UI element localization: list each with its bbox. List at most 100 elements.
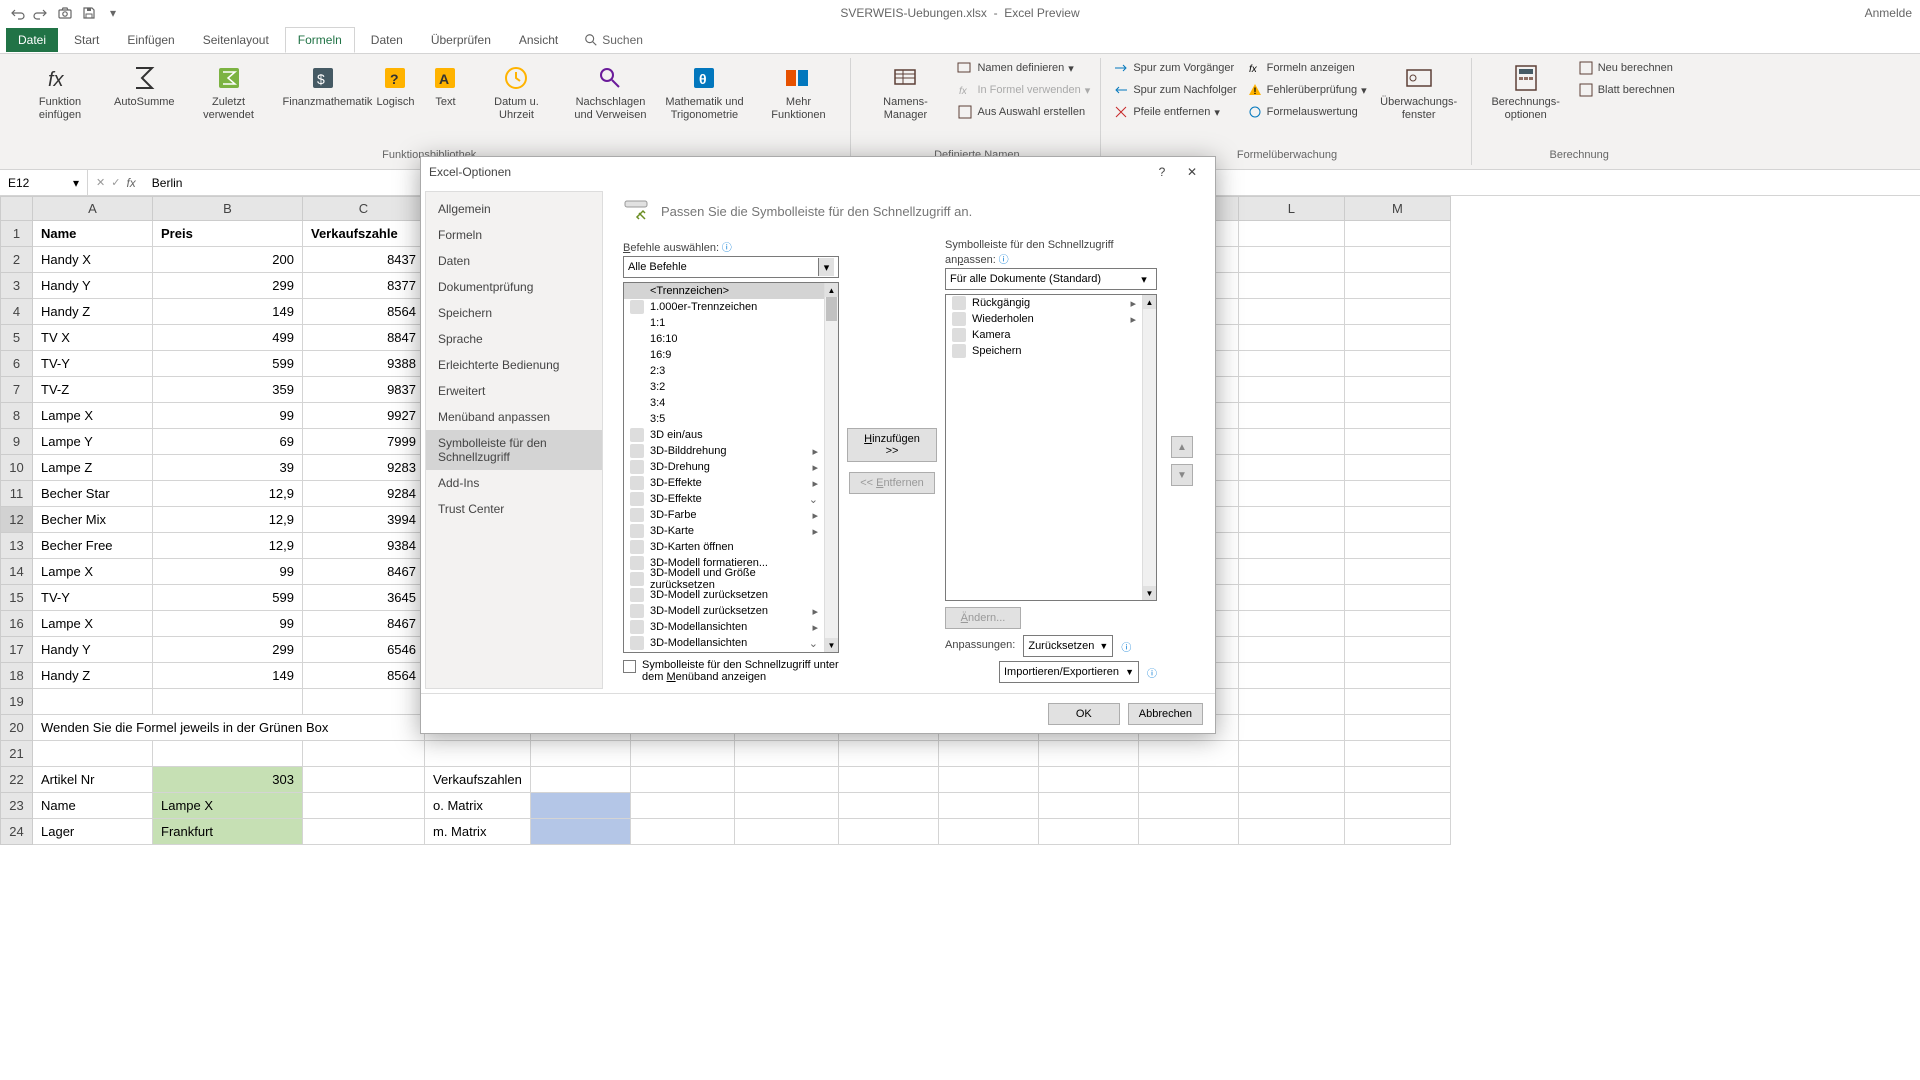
cell[interactable] [1138, 741, 1238, 767]
cell[interactable] [1344, 819, 1450, 845]
cell[interactable]: 99 [153, 403, 303, 429]
cell[interactable] [303, 741, 425, 767]
cell[interactable]: 12,9 [153, 481, 303, 507]
cell[interactable] [1138, 793, 1238, 819]
cell[interactable] [530, 741, 630, 767]
cancel-button[interactable]: Abbrechen [1128, 703, 1203, 725]
cell[interactable] [1238, 689, 1344, 715]
cell[interactable] [1344, 663, 1450, 689]
calculation-options-button[interactable]: Berechnungs-optionen [1480, 58, 1572, 126]
commands-from-select[interactable]: Alle Befehle▾ [623, 256, 839, 278]
cell[interactable] [1344, 559, 1450, 585]
row-header[interactable]: 12 [1, 507, 33, 533]
cell[interactable]: 8467 [303, 559, 425, 585]
customize-for-select[interactable]: Für alle Dokumente (Standard)▾ [945, 268, 1157, 290]
cell[interactable]: 499 [153, 325, 303, 351]
tab-file[interactable]: Datei [6, 28, 58, 52]
cell[interactable] [734, 793, 838, 819]
options-nav-item[interactable]: Erleichterte Bedienung [426, 352, 602, 378]
cell[interactable] [1344, 429, 1450, 455]
cell[interactable] [1344, 403, 1450, 429]
cell[interactable]: Lampe Y [33, 429, 153, 455]
save-icon[interactable] [80, 4, 98, 22]
row-header[interactable]: 20 [1, 715, 33, 741]
cell[interactable]: 149 [153, 663, 303, 689]
cell[interactable]: 9837 [303, 377, 425, 403]
cell[interactable] [734, 767, 838, 793]
cell[interactable]: 39 [153, 455, 303, 481]
cell[interactable]: 99 [153, 559, 303, 585]
cell[interactable] [1238, 819, 1344, 845]
options-nav-item[interactable]: Symbolleiste für den Schnellzugriff [426, 430, 602, 470]
cell[interactable] [630, 819, 734, 845]
select-all-corner[interactable] [1, 197, 33, 221]
cell[interactable]: 9384 [303, 533, 425, 559]
cell[interactable]: 3645 [303, 585, 425, 611]
list-item[interactable]: 2:3 [624, 363, 824, 379]
row-header[interactable]: 3 [1, 273, 33, 299]
cell[interactable]: Preis [153, 221, 303, 247]
lookup-button[interactable]: Nachschlagen und Verweisen [564, 58, 656, 126]
list-item[interactable]: 3:2 [624, 379, 824, 395]
row-header[interactable]: 4 [1, 299, 33, 325]
cell[interactable] [1344, 585, 1450, 611]
tab-formulas[interactable]: Formeln [285, 27, 355, 53]
dialog-help-button[interactable]: ? [1147, 159, 1177, 185]
math-button[interactable]: θMathematik und Trigonometrie [658, 58, 750, 126]
list-item[interactable]: 3D-Karten öffnen [624, 539, 824, 555]
cell[interactable]: 69 [153, 429, 303, 455]
row-header[interactable]: 1 [1, 221, 33, 247]
col-header[interactable]: L [1238, 197, 1344, 221]
cell[interactable] [1344, 273, 1450, 299]
name-box[interactable]: E12▾ [0, 170, 88, 195]
col-header[interactable]: B [153, 197, 303, 221]
cell[interactable]: 8467 [303, 611, 425, 637]
list-item[interactable]: Speichern [946, 343, 1142, 359]
cell[interactable] [838, 767, 938, 793]
cell[interactable] [153, 741, 303, 767]
cell[interactable] [1344, 715, 1450, 741]
list-item[interactable]: Kamera [946, 327, 1142, 343]
cell[interactable] [1238, 559, 1344, 585]
recent-functions-button[interactable]: Zuletzt verwendet [183, 58, 275, 126]
cell[interactable]: 599 [153, 351, 303, 377]
cell[interactable]: Lampe X [33, 611, 153, 637]
cell[interactable] [425, 741, 531, 767]
cell[interactable]: 8377 [303, 273, 425, 299]
cell[interactable]: 359 [153, 377, 303, 403]
cell[interactable] [1238, 715, 1344, 741]
options-nav-item[interactable]: Dokumentprüfung [426, 274, 602, 300]
cell[interactable] [1138, 767, 1238, 793]
cell[interactable]: 599 [153, 585, 303, 611]
checkbox-icon[interactable] [623, 660, 636, 673]
use-in-formula-button[interactable]: fxIn Formel verwenden ▾ [953, 80, 1094, 100]
cell[interactable] [1238, 507, 1344, 533]
list-item[interactable]: 16:10 [624, 331, 824, 347]
cell[interactable] [1344, 481, 1450, 507]
cell[interactable] [1344, 741, 1450, 767]
cell[interactable]: Becher Mix [33, 507, 153, 533]
cell[interactable] [1344, 533, 1450, 559]
cell[interactable]: Lampe Z [33, 455, 153, 481]
redo-icon[interactable] [32, 4, 50, 22]
cell[interactable] [838, 741, 938, 767]
list-item[interactable]: 3:4 [624, 395, 824, 411]
cell[interactable]: 12,9 [153, 533, 303, 559]
cell[interactable] [303, 767, 425, 793]
cell[interactable] [1344, 689, 1450, 715]
cell[interactable] [1344, 299, 1450, 325]
define-name-button[interactable]: Namen definieren ▾ [953, 58, 1094, 78]
cell[interactable]: 3994 [303, 507, 425, 533]
cell[interactable] [938, 793, 1038, 819]
cell[interactable] [1238, 247, 1344, 273]
cell[interactable] [1238, 637, 1344, 663]
cell[interactable]: Becher Star [33, 481, 153, 507]
list-scrollbar[interactable]: ▲ ▼ [1142, 295, 1156, 600]
list-item[interactable]: 16:9 [624, 347, 824, 363]
cell[interactable] [1238, 221, 1344, 247]
cell[interactable]: 99 [153, 611, 303, 637]
cell[interactable]: TV-Y [33, 585, 153, 611]
row-header[interactable]: 6 [1, 351, 33, 377]
move-up-button[interactable]: ▲ [1171, 436, 1193, 458]
cell[interactable]: Handy X [33, 247, 153, 273]
